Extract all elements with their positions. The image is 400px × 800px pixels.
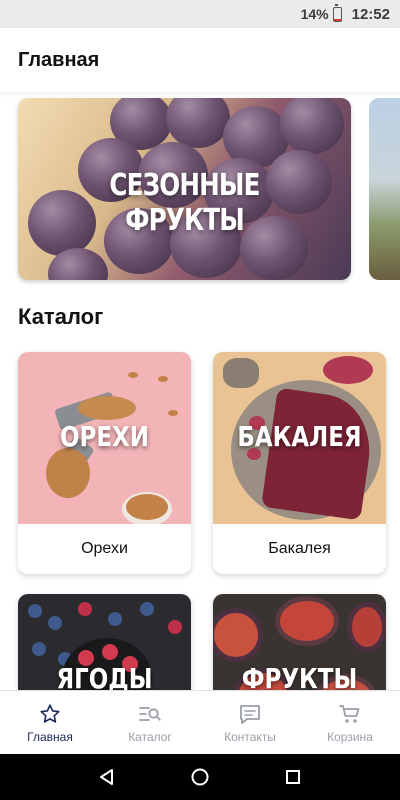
clock: 12:52 (351, 5, 390, 23)
status-bar: 14% 12:52 (0, 0, 400, 28)
catalog-search-icon (138, 702, 162, 726)
grocery-image: БАКАЛЕЯ (213, 352, 386, 524)
fruits-image: ФРУКТЫ (213, 594, 386, 690)
battery-icon (332, 3, 342, 22)
catalog-section-title: Каталог (18, 304, 104, 329)
fruits-overlay-text: ФРУКТЫ (241, 662, 358, 690)
nuts-image: ОРЕХИ (18, 352, 191, 524)
star-icon (39, 702, 61, 726)
bottom-navigation: Главная Каталог Контакты Корзина (0, 690, 400, 754)
nuts-label: Орехи (81, 540, 128, 557)
grocery-label: Бакалея (268, 540, 331, 557)
page-title: Главная (18, 48, 100, 71)
nav-label-catalog: Каталог (128, 729, 172, 744)
grocery-overlay-text: БАКАЛЕЯ (237, 420, 362, 453)
recents-icon[interactable] (273, 757, 313, 797)
battery-percentage: 14% (300, 6, 329, 22)
berries-overlay-text: ЯГОДЫ (56, 662, 153, 690)
main-content[interactable]: СЕЗОННЫЕ ФРУКТЫ Каталог ОРЕХИ Орехи БАКА… (0, 92, 400, 690)
catalog-card-grocery[interactable]: БАКАЛЕЯ Бакалея (213, 352, 386, 574)
chat-icon (238, 702, 262, 726)
nav-label-contacts: Контакты (224, 729, 276, 744)
nav-label-cart: Корзина (327, 729, 373, 744)
nav-item-catalog[interactable]: Каталог (100, 691, 200, 754)
nav-label-home: Главная (27, 729, 73, 744)
catalog-card-nuts[interactable]: ОРЕХИ Орехи (18, 352, 191, 574)
home-icon[interactable] (180, 757, 220, 797)
berries-image: ЯГОДЫ (18, 594, 191, 690)
system-navigation-bar (0, 754, 400, 800)
nav-item-home[interactable]: Главная (0, 691, 100, 754)
app-bar: Главная (0, 28, 400, 92)
nuts-overlay-text: ОРЕХИ (60, 420, 149, 453)
back-icon[interactable] (87, 757, 127, 797)
seasonal-fruits-banner[interactable]: СЕЗОННЫЕ ФРУКТЫ (18, 98, 351, 280)
cart-icon (338, 702, 362, 726)
nav-item-cart[interactable]: Корзина (300, 691, 400, 754)
banner-title: СЕЗОННЫЕ ФРУКТЫ (109, 168, 260, 238)
catalog-card-fruits[interactable]: ФРУКТЫ (213, 594, 386, 690)
catalog-card-berries[interactable]: ЯГОДЫ (18, 594, 191, 690)
next-banner-peek[interactable] (369, 98, 400, 280)
nav-item-contacts[interactable]: Контакты (200, 691, 300, 754)
